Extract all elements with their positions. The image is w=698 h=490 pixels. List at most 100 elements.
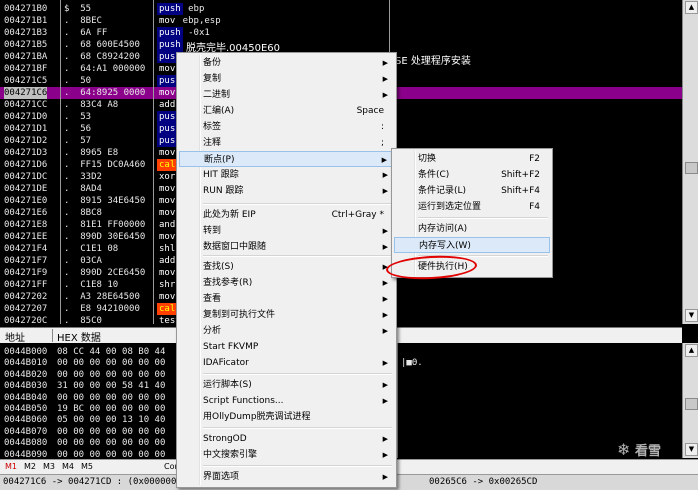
menu-item[interactable]: 查看 ▶ (179, 291, 394, 307)
disasm-mnemonic: push (157, 39, 183, 51)
disasm-address: 004271DE (4, 184, 48, 194)
disasm-hex: . 68 600E4500 (64, 40, 140, 50)
disasm-hex: . 8915 34E6450 (64, 196, 146, 206)
disasm-hex: . E8 94210000 (64, 304, 140, 314)
disasm-hex: . 8BEC (64, 16, 102, 26)
scroll-down-icon[interactable]: ▼ (685, 309, 698, 322)
disasm-instruction: mov (157, 207, 177, 219)
menu-item-label: 备份 (203, 58, 222, 68)
disasm-address: 004271B5 (4, 40, 48, 50)
dump-hex: 05 00 00 00 13 10 40 (57, 415, 166, 426)
menu-item[interactable]: Script Functions... ▶ (179, 393, 394, 409)
disasm-address: 004271E8 (4, 220, 48, 230)
disasm-hex: . 6A FF (64, 28, 108, 38)
menu-item[interactable]: 用OllyDump脱壳调试进程 (179, 409, 394, 425)
dump-address: 0044B000 (4, 347, 48, 357)
scroll-up-icon[interactable]: ▲ (685, 1, 698, 14)
disasm-hex: . A3 28E64500 (64, 292, 140, 302)
tab-m3[interactable]: M3 (43, 462, 55, 471)
menu-separator (203, 427, 392, 429)
menu-item-label: 注释 (203, 138, 222, 148)
menu-item[interactable]: 备份 ▶ (179, 55, 394, 71)
disasm-address: 004271BF (4, 64, 48, 74)
menu-item[interactable]: IDAFicator ▶ (179, 355, 394, 371)
menu-item[interactable]: 标签: (179, 119, 394, 135)
chevron-right-icon: ▶ (382, 187, 388, 195)
menu-item-label: 标签 (203, 122, 222, 132)
menu-item[interactable]: 中文搜索引擎 ▶ (179, 447, 394, 463)
submenu-item-shortcut: F4 (529, 202, 540, 212)
menu-separator (203, 255, 392, 257)
menu-item-label: 断点(P) (204, 155, 235, 165)
disasm-row[interactable]: 004271B5 . 68 600E4500 push (0, 39, 682, 51)
submenu-item-shortcut: Shift+F4 (501, 186, 540, 196)
disasm-address: 00427202 (4, 292, 48, 302)
chevron-right-icon: ▶ (382, 91, 388, 99)
chevron-right-icon: ▶ (382, 59, 388, 67)
scroll-up-icon[interactable]: ▲ (685, 344, 698, 357)
menu-item[interactable]: StrongOD ▶ (179, 431, 394, 447)
disasm-address: 004271DC (4, 172, 48, 182)
disasm-address: 004271B0 (4, 4, 48, 14)
submenu-item[interactable]: 切换 F2 (394, 151, 550, 167)
menu-item[interactable]: 转到 ▶ (179, 223, 394, 239)
disasm-hex: . C1E1 08 (64, 244, 119, 254)
menu-item[interactable]: 查找参考(R) ▶ (179, 275, 394, 291)
submenu-item[interactable]: 内存写入(W) (394, 237, 550, 253)
dump-col-address[interactable]: 地址 (5, 329, 25, 344)
menu-item[interactable]: 查找(S) ▶ (179, 259, 394, 275)
submenu-item[interactable]: 条件(C) Shift+F2 (394, 167, 550, 183)
submenu-item[interactable]: 运行到选定位置 F4 (394, 199, 550, 215)
disasm-hex: . 03CA (64, 256, 102, 266)
dump-hex: 08 CC 44 00 08 B0 44 (57, 347, 166, 357)
tab-m1[interactable]: M1 (5, 462, 17, 471)
disasm-instruction: mov (157, 291, 177, 303)
tab-m4[interactable]: M4 (62, 462, 74, 471)
disasm-operands: ebp,esp (177, 16, 221, 26)
menu-item[interactable]: 此处为新 EIP Ctrl+Gray * (179, 207, 394, 223)
disasm-address: 004271F4 (4, 244, 48, 254)
disasm-hex: . 8AD4 (64, 184, 102, 194)
menu-item-label: Start FKVMP (203, 342, 259, 352)
menu-item[interactable]: 数据窗口中跟随 ▶ (179, 239, 394, 255)
menu-item[interactable]: 运行脚本(S) ▶ (179, 377, 394, 393)
submenu-item-label: 条件记录(L) (418, 186, 467, 196)
scroll-thumb[interactable] (685, 398, 698, 410)
disasm-row[interactable]: 004271B0 $ 55 push ebp (0, 3, 682, 15)
menu-item[interactable]: 界面选项 ▶ (179, 469, 394, 485)
dump-scrollbar[interactable]: ▲ ▼ (682, 343, 698, 458)
disasm-mnemonic: mov (159, 232, 176, 242)
menu-item[interactable]: Start FKVMP (179, 339, 394, 355)
submenu-item[interactable]: 条件记录(L) Shift+F4 (394, 183, 550, 199)
dump-col-hex[interactable]: HEX 数据 (57, 329, 101, 344)
disasm-scrollbar[interactable]: ▲ ▼ (682, 0, 698, 324)
menu-item[interactable]: 复制 ▶ (179, 71, 394, 87)
menu-item[interactable]: RUN 跟踪 ▶ (179, 183, 394, 199)
submenu-item[interactable]: 内存访问(A) (394, 221, 550, 237)
disasm-row[interactable]: 004271B3 . 6A FF push -0x1 (0, 27, 682, 39)
disasm-mnemonic: mov (159, 16, 176, 26)
menu-item[interactable]: 断点(P) ▶ (179, 151, 394, 167)
menu-item[interactable]: 二进制 ▶ (179, 87, 394, 103)
disasm-row[interactable]: 004271B1 . 8BEC mov ebp,esp (0, 15, 682, 27)
menu-separator (203, 373, 392, 375)
disasm-mnemonic: shl (159, 244, 176, 254)
scroll-thumb[interactable] (685, 162, 698, 174)
chevron-right-icon: ▶ (382, 75, 388, 83)
scroll-down-icon[interactable]: ▼ (685, 443, 698, 456)
disasm-instruction: mov ebp,esp (157, 15, 221, 27)
tab-m5[interactable]: M5 (81, 462, 93, 471)
disasm-hex: . 33D2 (64, 172, 102, 182)
menu-item[interactable]: 复制到可执行文件 ▶ (179, 307, 394, 323)
menu-item[interactable]: 分析 ▶ (179, 323, 394, 339)
disasm-address: 004271D2 (4, 136, 48, 146)
menu-item[interactable]: 汇编(A) Space (179, 103, 394, 119)
submenu-item-shortcut: F2 (529, 154, 540, 164)
dump-hex: 00 00 00 00 00 00 00 (57, 438, 166, 449)
chevron-right-icon: ▶ (382, 473, 388, 481)
menu-item[interactable]: 注释; (179, 135, 394, 151)
disasm-hex: . FF15 DC0A460 (64, 160, 146, 170)
tab-m2[interactable]: M2 (24, 462, 36, 471)
menu-item[interactable]: HIT 跟踪 ▶ (179, 167, 394, 183)
disasm-instruction: and (157, 219, 177, 231)
